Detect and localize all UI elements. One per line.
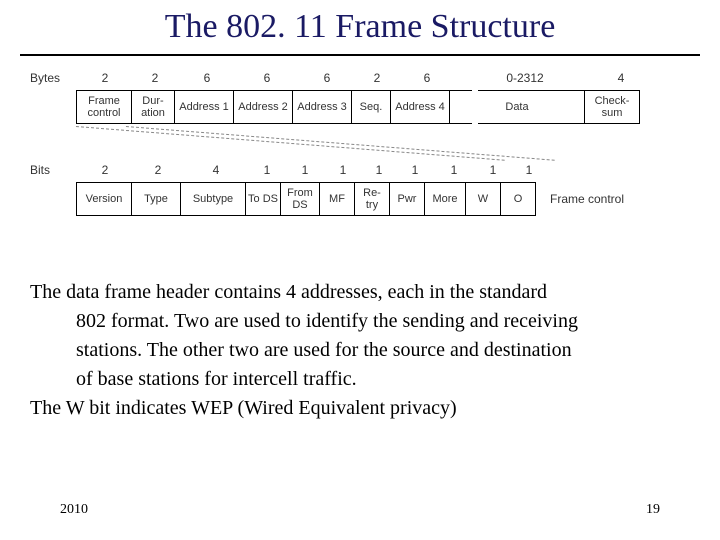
bytes-fields: Frame control Dur- ation Address 1 Addre… [76, 90, 640, 124]
body-line: The data frame header contains 4 address… [30, 280, 690, 305]
field-w: W [466, 183, 501, 216]
title-rule [20, 54, 700, 56]
frame-control-caption: Frame control [550, 192, 624, 206]
field-type: Type [132, 183, 181, 216]
field-version: Version [77, 183, 132, 216]
byte-size: 2 [78, 70, 132, 86]
byte-size: 6 [178, 70, 236, 86]
body-line: stations. The other two are used for the… [30, 338, 690, 363]
break-mark-icon [472, 90, 478, 98]
body-line: of base stations for intercell traffic. [30, 367, 690, 392]
bits-fields: Version Type Subtype To DS From DS MF Re… [76, 182, 536, 216]
field-checksum: Check- sum [585, 91, 640, 124]
expansion-lines [76, 126, 690, 166]
field-address-2: Address 2 [234, 91, 293, 124]
slide-title: The 802. 11 Frame Structure [0, 0, 720, 46]
field-data: Data [450, 91, 585, 124]
field-to-ds: To DS [246, 183, 281, 216]
body-text: The data frame header contains 4 address… [30, 280, 690, 425]
bits-fields-row: Version Type Subtype To DS From DS MF Re… [30, 182, 690, 216]
field-address-1: Address 1 [175, 91, 234, 124]
footer-year: 2010 [60, 502, 88, 518]
byte-size: 6 [398, 70, 456, 86]
field-seq: Seq. [352, 91, 391, 124]
byte-size: 2 [358, 70, 396, 86]
field-address-4: Address 4 [391, 91, 450, 124]
body-line: The W bit indicates WEP (Wired Equivalen… [30, 396, 690, 421]
field-from-ds: From DS [281, 183, 320, 216]
bytes-label: Bytes [30, 71, 76, 85]
byte-size: 6 [298, 70, 356, 86]
field-more: More [425, 183, 466, 216]
bytes-sizes: 2 2 6 6 6 2 6 0-2312 4 [76, 68, 650, 88]
byte-size: 0-2312 [458, 70, 592, 86]
byte-size: 4 [594, 70, 648, 86]
frame-diagram: Bytes 2 2 6 6 6 2 6 0-2312 4 Frame contr… [30, 68, 690, 218]
field-address-3: Address 3 [293, 91, 352, 124]
byte-size: 6 [238, 70, 296, 86]
bytes-row: Bytes 2 2 6 6 6 2 6 0-2312 4 [30, 68, 690, 88]
byte-size: 2 [134, 70, 176, 86]
body-line: 802 format. Two are used to identify the… [30, 309, 690, 334]
field-data-label: Data [505, 101, 528, 113]
slide: The 802. 11 Frame Structure Bytes 2 2 6 … [0, 0, 720, 540]
field-retry: Re- try [355, 183, 390, 216]
bytes-fields-row: Frame control Dur- ation Address 1 Addre… [30, 90, 690, 124]
field-mf: MF [320, 183, 355, 216]
field-duration: Dur- ation [132, 91, 175, 124]
footer-page-number: 19 [646, 502, 660, 518]
break-mark-icon [472, 116, 478, 124]
field-frame-control: Frame control [77, 91, 132, 124]
field-subtype: Subtype [181, 183, 246, 216]
field-o: O [501, 183, 536, 216]
bits-label: Bits [30, 163, 76, 177]
field-pwr: Pwr [390, 183, 425, 216]
